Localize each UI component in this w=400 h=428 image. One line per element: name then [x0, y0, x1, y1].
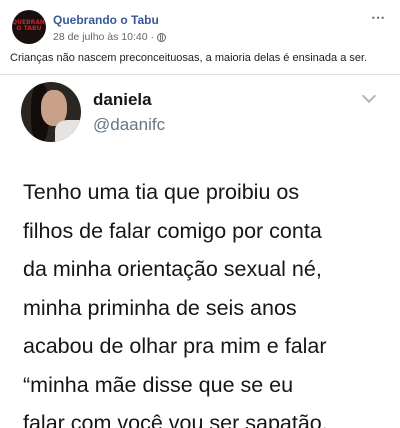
- tweet-line: da minha orientação sexual né,: [23, 257, 322, 281]
- tweet-line: falar com você vou ser sapatão,: [23, 411, 328, 428]
- page-avatar[interactable]: QUEBRANDO O TABU: [12, 10, 46, 44]
- more-options-icon[interactable]: ⋯: [371, 10, 386, 24]
- tweet-line: filhos de falar comigo por conta: [23, 218, 322, 243]
- tweet-handle: @daanifc: [93, 115, 166, 134]
- post-header: QUEBRANDO O TABU Quebrando o Tabu 28 de …: [0, 0, 400, 44]
- tweet-line: minha priminha de seis anos: [23, 295, 297, 320]
- tweet-display-name: daniela: [93, 90, 152, 109]
- tweet-line: “minha mãe disse que se eu: [23, 372, 294, 397]
- page-logo: QUEBRANDO O TABU: [12, 19, 46, 32]
- globe-icon: [157, 32, 167, 42]
- post-meta: 28 de julho às 10:40 ·: [53, 31, 167, 43]
- page-name-link[interactable]: Quebrando o Tabu: [53, 13, 159, 27]
- meta-separator: ·: [150, 31, 155, 43]
- tweet-line: acabou de olhar pra mim e falar: [23, 334, 327, 358]
- post-caption: Crianças não nascem preconceituosas, a m…: [10, 52, 368, 64]
- tweet-line: Tenho uma tia que proibiu os: [23, 180, 300, 204]
- tweet-avatar: [21, 82, 81, 142]
- post-date-link[interactable]: 28 de julho às 10:40: [53, 31, 148, 43]
- tweet-text: Tenho uma tia que proibiu os filhos de f…: [23, 173, 395, 428]
- chevron-down-icon: [361, 88, 377, 104]
- tweet-image[interactable]: daniela @daanifc Tenho uma tia que proib…: [0, 74, 400, 428]
